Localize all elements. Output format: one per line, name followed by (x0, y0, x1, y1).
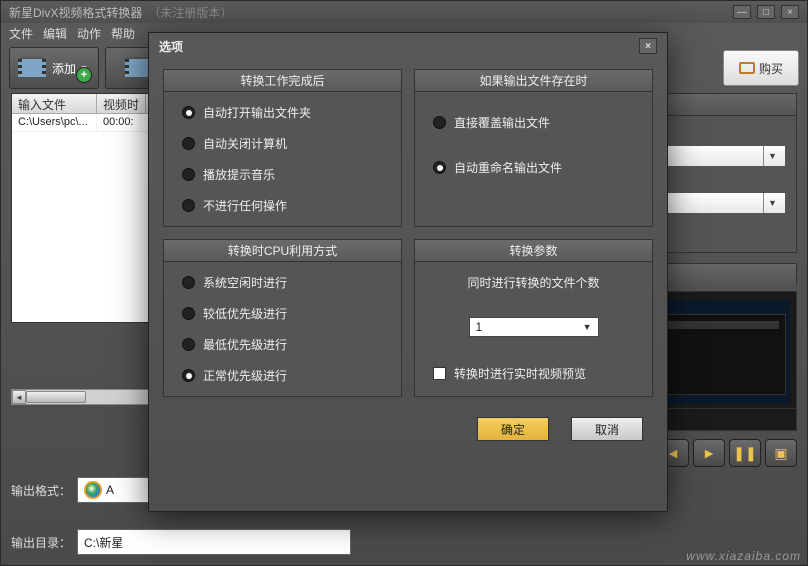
section-cpu: 转换时CPU利用方式 系统空闲时进行 较低优先级进行 最低优先级进行 正常优先级… (163, 239, 402, 397)
radio-rename[interactable]: 自动重命名输出文件 (433, 159, 634, 176)
buy-button[interactable]: 购买 (723, 50, 799, 86)
ok-button[interactable]: 确定 (477, 417, 549, 441)
output-dir-input[interactable]: C:\新星 (77, 529, 351, 555)
chevron-down-icon: ▼ (583, 322, 592, 332)
section-header: 转换时CPU利用方式 (164, 240, 401, 262)
concurrent-label: 同时进行转换的文件个数 (433, 274, 634, 291)
scroll-left-icon[interactable]: ◄ (12, 390, 26, 404)
chevron-down-icon: ▼ (763, 193, 781, 213)
media-icon (84, 481, 102, 499)
dialog-title: 选项 (159, 38, 183, 55)
col-duration[interactable]: 视频时 (97, 94, 146, 113)
radio-cpu-idle[interactable]: 系统空闲时进行 (182, 274, 383, 291)
watermark: www.xiazaiba.com (686, 549, 801, 563)
output-dir-value: C:\新星 (84, 534, 123, 551)
radio-shutdown[interactable]: 自动关闭计算机 (182, 135, 383, 152)
maximize-icon[interactable]: □ (757, 5, 775, 19)
scroll-thumb[interactable] (26, 391, 86, 403)
output-format-label: 输出格式： (11, 482, 71, 499)
add-file-button[interactable]: + 添加 ▼ (9, 47, 99, 89)
eject-button[interactable]: ▣ (765, 439, 797, 467)
app-title: 新星DivX视频格式转换器 (9, 4, 142, 21)
cell-path: C:\Users\pc\... (12, 114, 97, 131)
chevron-down-icon: ▼ (763, 146, 781, 166)
cell-time: 00:00: (97, 114, 141, 131)
menu-file[interactable]: 文件 (9, 25, 33, 42)
cancel-button[interactable]: 取消 (571, 417, 643, 441)
cart-icon (739, 62, 755, 74)
radio-play-sound[interactable]: 播放提示音乐 (182, 166, 383, 183)
buy-label: 购买 (759, 60, 783, 77)
section-after-convert: 转换工作完成后 自动打开输出文件夹 自动关闭计算机 播放提示音乐 不进行任何操作 (163, 69, 402, 227)
output-format-value: A (106, 483, 114, 497)
concurrent-value: 1 (476, 320, 483, 334)
section-params: 转换参数 同时进行转换的文件个数 1 ▼ 转换时进行实时视频预览 (414, 239, 653, 397)
radio-cpu-lowest[interactable]: 最低优先级进行 (182, 336, 383, 353)
play-button[interactable]: ► (693, 439, 725, 467)
menu-action[interactable]: 动作 (77, 25, 101, 42)
section-header: 转换参数 (415, 240, 652, 262)
menu-help[interactable]: 帮助 (111, 25, 135, 42)
close-icon[interactable]: × (781, 5, 799, 19)
radio-overwrite[interactable]: 直接覆盖输出文件 (433, 114, 634, 131)
minimize-icon[interactable]: — (733, 5, 751, 19)
radio-cpu-normal[interactable]: 正常优先级进行 (182, 367, 383, 384)
options-dialog: 选项 × 转换工作完成后 自动打开输出文件夹 自动关闭计算机 播放提示音乐 不进… (148, 32, 668, 512)
radio-open-folder[interactable]: 自动打开输出文件夹 (182, 104, 383, 121)
section-if-exists: 如果输出文件存在时 直接覆盖输出文件 自动重命名输出文件 (414, 69, 653, 227)
checkbox-realtime-preview[interactable]: 转换时进行实时视频预览 (433, 365, 634, 382)
section-header: 如果输出文件存在时 (415, 70, 652, 92)
plus-icon: + (76, 67, 92, 83)
add-label: 添加 (52, 60, 76, 77)
output-dir-label: 输出目录： (11, 534, 71, 551)
concurrent-select[interactable]: 1 ▼ (469, 317, 599, 337)
next-button[interactable]: ❚❚ (729, 439, 761, 467)
unregistered-label: （未注册版本） (148, 4, 232, 21)
menu-edit[interactable]: 编辑 (43, 25, 67, 42)
close-icon[interactable]: × (639, 38, 657, 54)
radio-do-nothing[interactable]: 不进行任何操作 (182, 197, 383, 214)
film-icon (20, 57, 44, 79)
radio-cpu-lower[interactable]: 较低优先级进行 (182, 305, 383, 322)
titlebar: 新星DivX视频格式转换器 （未注册版本） — □ × (1, 1, 807, 23)
section-header: 转换工作完成后 (164, 70, 401, 92)
col-input[interactable]: 输入文件 (12, 94, 97, 113)
